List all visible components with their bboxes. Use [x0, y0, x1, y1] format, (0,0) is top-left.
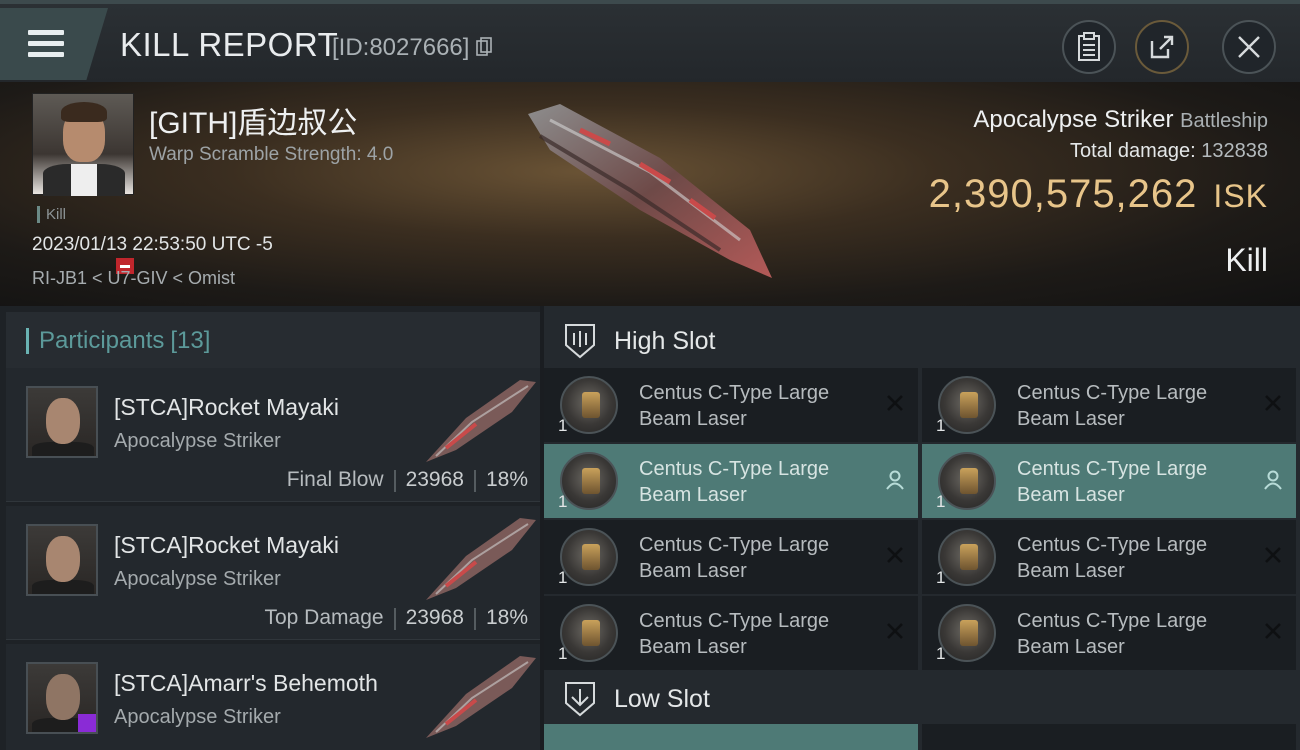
low-slot-icon — [565, 682, 595, 717]
fitted-module[interactable]: 1 Centus C-Type Large Beam Laser — [544, 444, 918, 518]
fitted-module[interactable]: 1 Centus C-Type Large Beam Laser — [922, 368, 1296, 442]
kill-date: 2023/01/13 22:53:50 UTC -5 — [32, 234, 273, 255]
victim-banner: [GITH]盾边叔公 Warp Scramble Strength: 4.0 K… — [0, 82, 1300, 306]
destroyed-icon — [1265, 395, 1281, 411]
ship-class: Battleship — [1180, 110, 1268, 132]
beam-laser-icon — [938, 376, 996, 434]
participant-ship-icon — [426, 656, 536, 738]
module-name: Centus C-Type Large Beam Laser — [639, 382, 830, 430]
share-icon — [1150, 35, 1174, 59]
destroyed-icon — [1265, 547, 1281, 563]
warp-scramble-strength: Warp Scramble Strength: 4.0 — [149, 144, 394, 165]
beam-laser-icon — [560, 376, 618, 434]
kill-location[interactable]: RI-JB1 < U7-GIV < Omist — [32, 268, 235, 289]
module-qty: 1 — [558, 416, 568, 435]
corp-badge-icon — [78, 714, 96, 732]
menu-icon — [28, 30, 64, 58]
victim-ship[interactable]: Apocalypse Striker Battleship — [973, 106, 1268, 134]
participant-row[interactable]: [STCA]Amarr's Behemoth Apocalypse Strike… — [6, 644, 540, 750]
destroyed-icon — [1265, 623, 1281, 639]
victim-name[interactable]: [GITH]盾边叔公 — [149, 98, 357, 142]
top-bar: KILL REPORT [ID:8027666] — [0, 0, 1300, 82]
beam-laser-icon — [560, 604, 618, 662]
participant-ship-icon — [426, 518, 536, 600]
module-name: Centus C-Type Large Beam Laser — [1017, 382, 1208, 430]
participant-stats: Final Blow 23968 18% — [286, 468, 528, 492]
participant-stats: Top Damage 23968 18% — [264, 606, 528, 630]
participants-panel: Participants [13] [STCA]Rocket Mayaki Ap… — [0, 306, 540, 750]
dropped-person-icon — [1264, 470, 1282, 490]
destroyed-icon — [887, 623, 903, 639]
low-slot-module[interactable] — [544, 724, 918, 750]
beam-laser-icon — [938, 528, 996, 586]
module-name: Centus C-Type Large Beam Laser — [639, 458, 830, 506]
low-slot-header: Low Slot — [544, 668, 1300, 730]
module-qty: 1 — [936, 644, 946, 663]
module-qty: 1 — [558, 644, 568, 663]
total-damage: Total damage: 132838 — [1070, 140, 1268, 162]
fitted-module[interactable]: 1 Centus C-Type Large Beam Laser — [922, 596, 1296, 670]
module-qty: 1 — [936, 568, 946, 587]
report-id: [ID:8027666] — [332, 34, 492, 62]
beam-laser-icon — [938, 452, 996, 510]
share-button[interactable] — [1135, 20, 1189, 74]
beam-laser-icon — [938, 604, 996, 662]
participant-ship: Apocalypse Striker — [114, 706, 281, 728]
high-slot-header: High Slot — [544, 310, 1300, 372]
module-name: Centus C-Type Large Beam Laser — [639, 610, 830, 658]
participants-header[interactable]: Participants [13] — [6, 312, 540, 370]
kill-tag: Kill — [37, 206, 66, 223]
participant-ship: Apocalypse Striker — [114, 430, 281, 452]
module-name: Centus C-Type Large Beam Laser — [639, 534, 830, 582]
low-slot-module[interactable] — [922, 724, 1296, 750]
module-name: Centus C-Type Large Beam Laser — [1017, 458, 1208, 506]
beam-laser-icon — [560, 452, 618, 510]
participant-ship: Apocalypse Striker — [114, 568, 281, 590]
destroyed-icon — [887, 547, 903, 563]
module-name: Centus C-Type Large Beam Laser — [1017, 610, 1208, 658]
clipboard-icon — [1078, 32, 1100, 61]
fitted-module[interactable]: 1 Centus C-Type Large Beam Laser — [544, 520, 918, 594]
page-title: KILL REPORT — [120, 26, 339, 63]
isk-value: 2,390,575,262 ISK — [928, 172, 1268, 216]
close-icon — [1238, 36, 1260, 58]
dropped-person-icon — [886, 470, 904, 490]
module-qty: 1 — [558, 492, 568, 511]
close-button[interactable] — [1222, 20, 1276, 74]
victim-portrait[interactable] — [32, 93, 134, 196]
participant-avatar[interactable] — [26, 524, 98, 596]
participant-name: [STCA]Rocket Mayaki — [114, 394, 339, 420]
participant-avatar[interactable] — [26, 386, 98, 458]
participant-row[interactable]: [STCA]Rocket Mayaki Apocalypse Striker F… — [6, 368, 540, 502]
module-name: Centus C-Type Large Beam Laser — [1017, 534, 1208, 582]
fitted-module[interactable]: 1 Centus C-Type Large Beam Laser — [922, 444, 1296, 518]
fitted-module[interactable]: 1 Centus C-Type Large Beam Laser — [922, 520, 1296, 594]
result-label: Kill — [1225, 242, 1268, 278]
module-qty: 1 — [558, 568, 568, 587]
clipboard-button[interactable] — [1062, 20, 1116, 74]
high-slot-icon — [565, 324, 595, 359]
fitting-panel: High Slot 1 Centus C-Type Large Beam Lase… — [544, 306, 1300, 750]
beam-laser-icon — [560, 528, 618, 586]
participant-row[interactable]: [STCA]Rocket Mayaki Apocalypse Striker T… — [6, 506, 540, 640]
participant-name: [STCA]Amarr's Behemoth — [114, 670, 378, 696]
menu-button[interactable] — [0, 8, 108, 80]
fitted-module[interactable]: 1 Centus C-Type Large Beam Laser — [544, 596, 918, 670]
ship-render-icon — [528, 104, 772, 278]
participant-ship-icon — [426, 380, 536, 462]
destroyed-icon — [887, 395, 903, 411]
participant-name: [STCA]Rocket Mayaki — [114, 532, 339, 558]
participant-avatar[interactable] — [26, 662, 98, 734]
copy-icon[interactable] — [476, 37, 492, 57]
fitted-module[interactable]: 1 Centus C-Type Large Beam Laser — [544, 368, 918, 442]
module-qty: 1 — [936, 416, 946, 435]
module-qty: 1 — [936, 492, 946, 511]
